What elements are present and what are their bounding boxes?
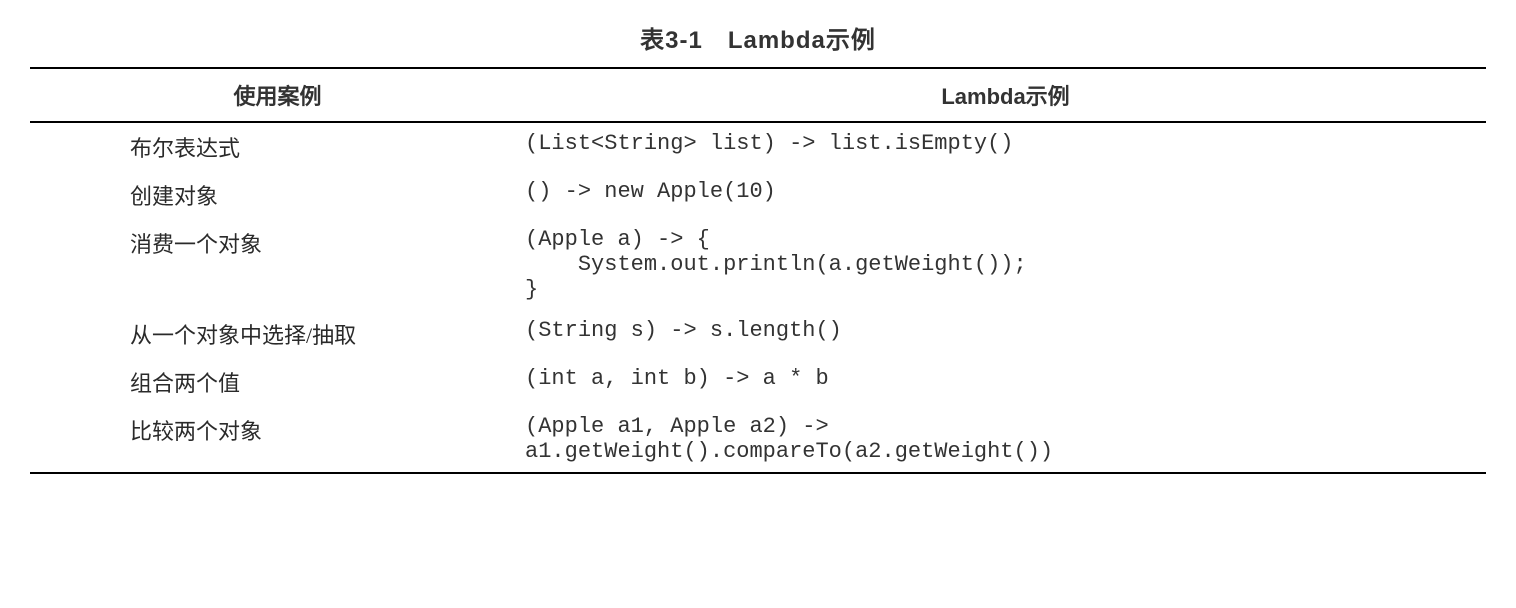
table-header-row: 使用案例 Lambda示例 xyxy=(30,68,1486,122)
cell-usecase: 布尔表达式 xyxy=(30,122,525,171)
table-row: 比较两个对象(Apple a1, Apple a2) -> a1.getWeig… xyxy=(30,406,1486,473)
table-caption: 表3-1 Lambda示例 xyxy=(30,20,1486,55)
cell-example: (String s) -> s.length() xyxy=(525,310,1486,358)
cell-example: (int a, int b) -> a * b xyxy=(525,358,1486,406)
cell-example: (Apple a1, Apple a2) -> a1.getWeight().c… xyxy=(525,406,1486,473)
cell-usecase: 组合两个值 xyxy=(30,358,525,406)
table-row: 组合两个值(int a, int b) -> a * b xyxy=(30,358,1486,406)
table-row: 消费一个对象(Apple a) -> { System.out.println(… xyxy=(30,219,1486,310)
cell-usecase: 比较两个对象 xyxy=(30,406,525,473)
cell-example: () -> new Apple(10) xyxy=(525,171,1486,219)
header-example: Lambda示例 xyxy=(525,68,1486,122)
cell-usecase: 消费一个对象 xyxy=(30,219,525,310)
header-usecase: 使用案例 xyxy=(30,68,525,122)
cell-usecase: 创建对象 xyxy=(30,171,525,219)
cell-usecase: 从一个对象中选择/抽取 xyxy=(30,310,525,358)
cell-example: (Apple a) -> { System.out.println(a.getW… xyxy=(525,219,1486,310)
table-row: 布尔表达式(List<String> list) -> list.isEmpty… xyxy=(30,122,1486,171)
cell-example: (List<String> list) -> list.isEmpty() xyxy=(525,122,1486,171)
table-row: 从一个对象中选择/抽取(String s) -> s.length() xyxy=(30,310,1486,358)
table-row: 创建对象() -> new Apple(10) xyxy=(30,171,1486,219)
lambda-examples-table: 使用案例 Lambda示例 布尔表达式(List<String> list) -… xyxy=(30,67,1486,474)
